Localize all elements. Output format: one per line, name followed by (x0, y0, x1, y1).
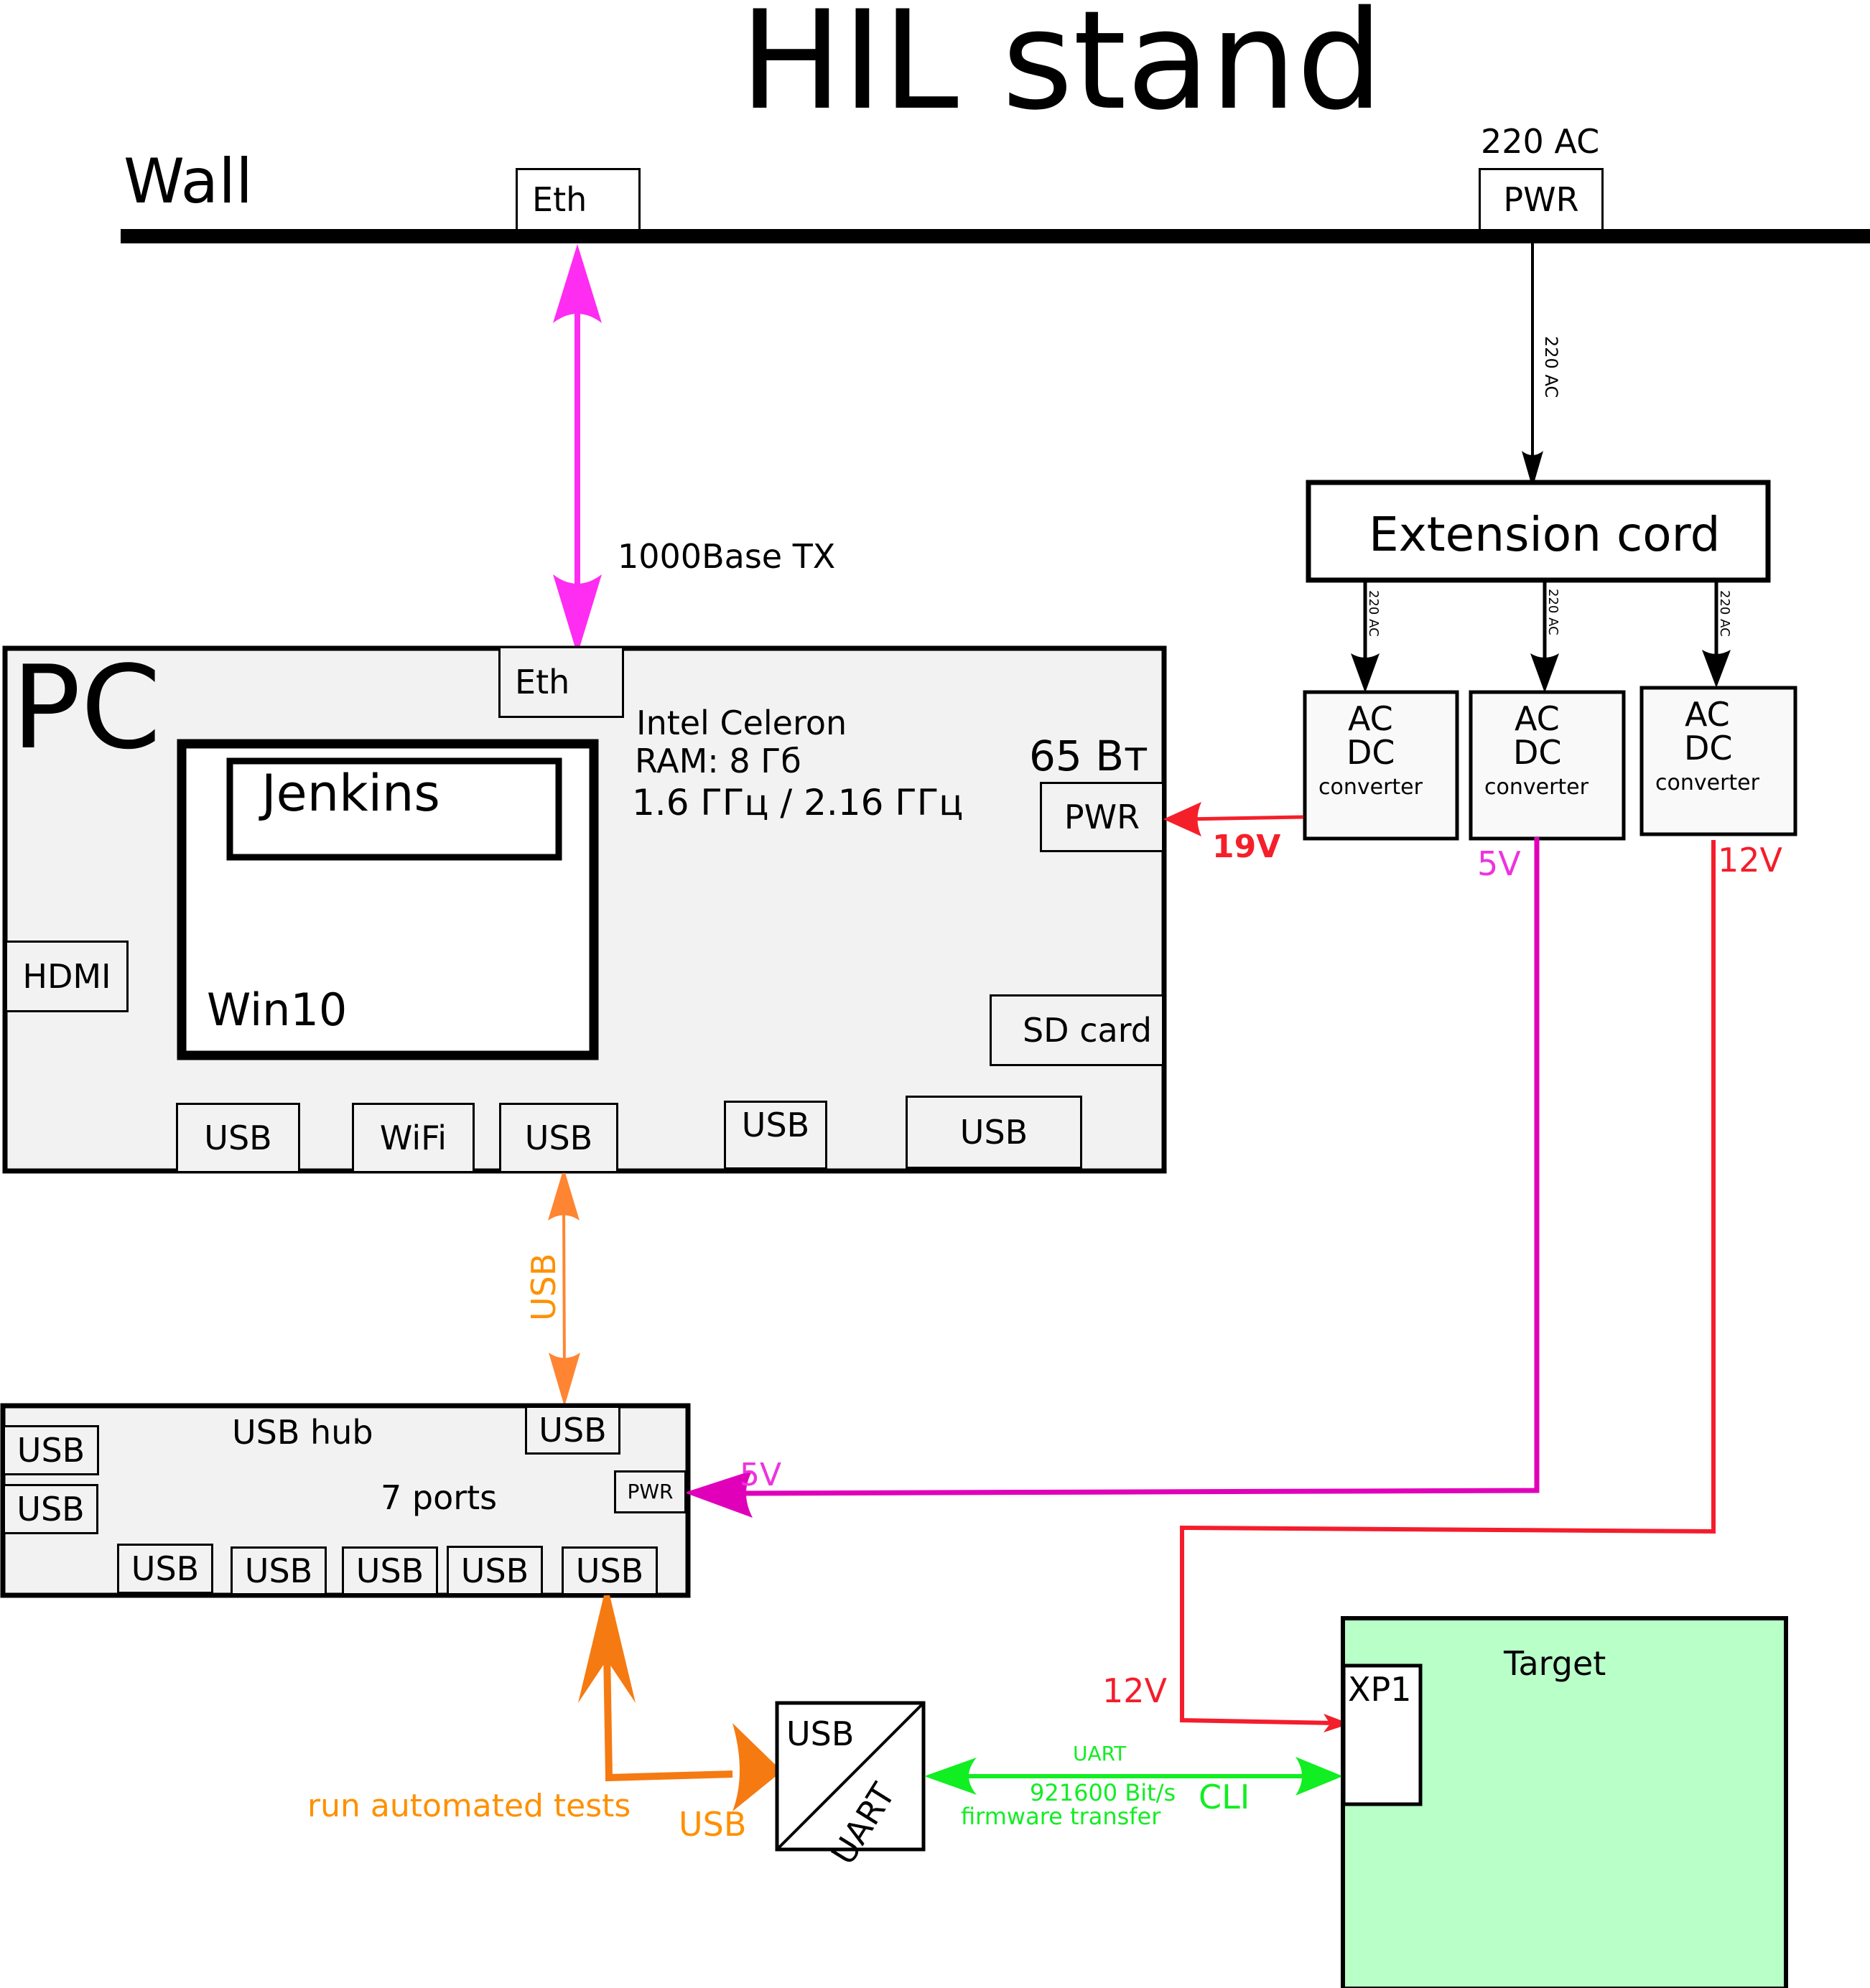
pc-usb-port-3: USB (724, 1101, 827, 1170)
wall-eth-port-label: Eth (532, 180, 587, 219)
uart-link-purpose-label: firmware transfer (961, 1803, 1161, 1830)
converter-3-line1: AC (1685, 695, 1730, 734)
usb-hub-pwr-port-label: PWR (627, 1480, 674, 1503)
converter-3-line3: converter (1655, 770, 1759, 795)
usb-hub-left-port-1: USB (3, 1425, 99, 1475)
pc-wifi-port-label: WiFi (379, 1119, 447, 1157)
uart-link-baud-label: 921600 Bit/s (1030, 1779, 1176, 1806)
pwr-5v-label: 5V (1477, 844, 1521, 883)
usb-hub-left-port-2: USB (3, 1484, 98, 1534)
pc-spec-freq: 1.6 ГГц / 2.16 ГГц (632, 782, 964, 823)
pc-sd-card-port: SD card (990, 994, 1164, 1066)
arrowhead-up-icon (553, 244, 602, 323)
usb-hub-bottom-port-2-label: USB (244, 1551, 313, 1590)
converter-2-line2: DC (1513, 733, 1562, 772)
pwr-12v-link (1180, 840, 1716, 1732)
usb-uart-converter-top-label: USB (786, 1714, 855, 1753)
converter-1-line1: AC (1348, 699, 1393, 738)
uart-link-cli-label: CLI (1199, 1778, 1250, 1816)
pc-usb-port-1-label: USB (204, 1119, 272, 1157)
pc-pwr-port-label: PWR (1064, 798, 1140, 836)
target-label: Target (1504, 1644, 1606, 1683)
pwr-12v-target-label: 12V (1102, 1671, 1168, 1710)
wall-pwr-caption: 220 AC (1481, 122, 1600, 161)
usb-hub-bottom-port-5: USB (562, 1546, 658, 1595)
arrowhead-right-icon (1295, 1757, 1343, 1796)
pc-usb-port-2: USB (499, 1103, 618, 1173)
usb-hub-label: USB hub (232, 1413, 373, 1452)
pc-eth-port: Eth (498, 646, 624, 718)
usb-hub-upstream-port: USB (525, 1406, 620, 1455)
usb-hub-left-port-1-label: USB (17, 1431, 85, 1470)
usb-hub-bottom-port-5-label: USB (575, 1551, 644, 1590)
pwr-12v-label: 12V (1718, 841, 1783, 879)
usb-hub-bottom-port-4-label: USB (460, 1551, 529, 1590)
pc-wifi-port: WiFi (352, 1103, 475, 1173)
converter-1-line2: DC (1346, 733, 1395, 772)
usb-hub-bottom-port-1: USB (117, 1544, 213, 1594)
wall-to-extension-link (1522, 243, 1543, 488)
pwr-19v-label: 19V (1212, 829, 1281, 865)
usb-hub-upstream-port-label: USB (539, 1411, 607, 1450)
pwr-5v-hub-label: 5V (740, 1457, 782, 1493)
pc-usb-port-3-label: USB (741, 1106, 810, 1144)
converter-1-line3: converter (1318, 775, 1423, 800)
pc-label: PC (11, 640, 162, 775)
extension-to-converter-1-label: 220 AC (1366, 590, 1381, 637)
arrowhead-left-icon (1163, 802, 1201, 836)
ethernet-link-label: 1000Base TX (618, 537, 836, 576)
usb-hub-ports-caption: 7 ports (381, 1478, 498, 1517)
pc-usb-port-1: USB (176, 1103, 300, 1173)
pc-hdmi-port-label: HDMI (22, 957, 111, 996)
hub-to-converter-usb-link (578, 1583, 782, 1811)
win10-label: Win10 (207, 984, 348, 1036)
pc-usb-port-2-label: USB (524, 1119, 593, 1157)
wall-to-extension-label: 220 AC (1541, 336, 1561, 398)
pc-spec-ram: RAM: 8 Гб (635, 742, 801, 780)
jenkins-label: Jenkins (261, 764, 440, 823)
usb-hub-left-port-2-label: USB (17, 1490, 85, 1529)
arrowhead-down-icon (553, 574, 602, 655)
xp1-connector-label: XP1 (1348, 1670, 1412, 1709)
wall-label: Wall (124, 146, 253, 218)
pc-power-rating: 65 Вт (1029, 732, 1148, 780)
pc-usb-port-4-label: USB (959, 1113, 1028, 1152)
pc-pwr-port: PWR (1040, 782, 1164, 852)
usb-hub-bottom-port-1-label: USB (131, 1549, 200, 1588)
pc-to-hub-usb-label: USB (524, 1253, 563, 1321)
pc-spec-cpu: Intel Celeron (636, 704, 847, 742)
usb-hub-bottom-port-4: USB (447, 1546, 543, 1595)
converter-2-line1: AC (1515, 699, 1560, 738)
wall-line (121, 229, 1870, 243)
usb-hub-bottom-port-3-label: USB (355, 1551, 424, 1590)
arrowhead-right-icon (732, 1723, 782, 1811)
usb-hub-bottom-port-3: USB (342, 1546, 438, 1595)
extension-to-converter-3-label: 220 AC (1717, 590, 1732, 637)
hub-to-converter-usb-label: USB (679, 1805, 747, 1844)
usb-hub-pwr-port: PWR (614, 1470, 687, 1513)
uart-link-top-label: UART (1073, 1742, 1127, 1765)
pc-sd-card-port-label: SD card (1022, 1011, 1152, 1050)
converter-3-line2: DC (1684, 729, 1733, 767)
page-title: HIL stand (740, 0, 1384, 140)
pc-eth-port-label: Eth (515, 663, 570, 701)
wall-pwr-port: PWR (1479, 168, 1604, 231)
extension-to-converter-2-label: 220 AC (1545, 589, 1560, 635)
ethernet-link (553, 244, 602, 655)
extension-to-converters-links (1351, 580, 1731, 693)
usb-hub-bottom-port-2: USB (231, 1546, 327, 1595)
extension-cord-label: Extension cord (1369, 507, 1721, 562)
pc-hdmi-port: HDMI (5, 941, 129, 1012)
wall-eth-port: Eth (516, 168, 641, 231)
hub-to-converter-note: run automated tests (307, 1788, 631, 1824)
pc-usb-port-4: USB (906, 1096, 1082, 1169)
wall-pwr-port-label: PWR (1503, 180, 1579, 219)
converter-2-line3: converter (1484, 775, 1588, 800)
